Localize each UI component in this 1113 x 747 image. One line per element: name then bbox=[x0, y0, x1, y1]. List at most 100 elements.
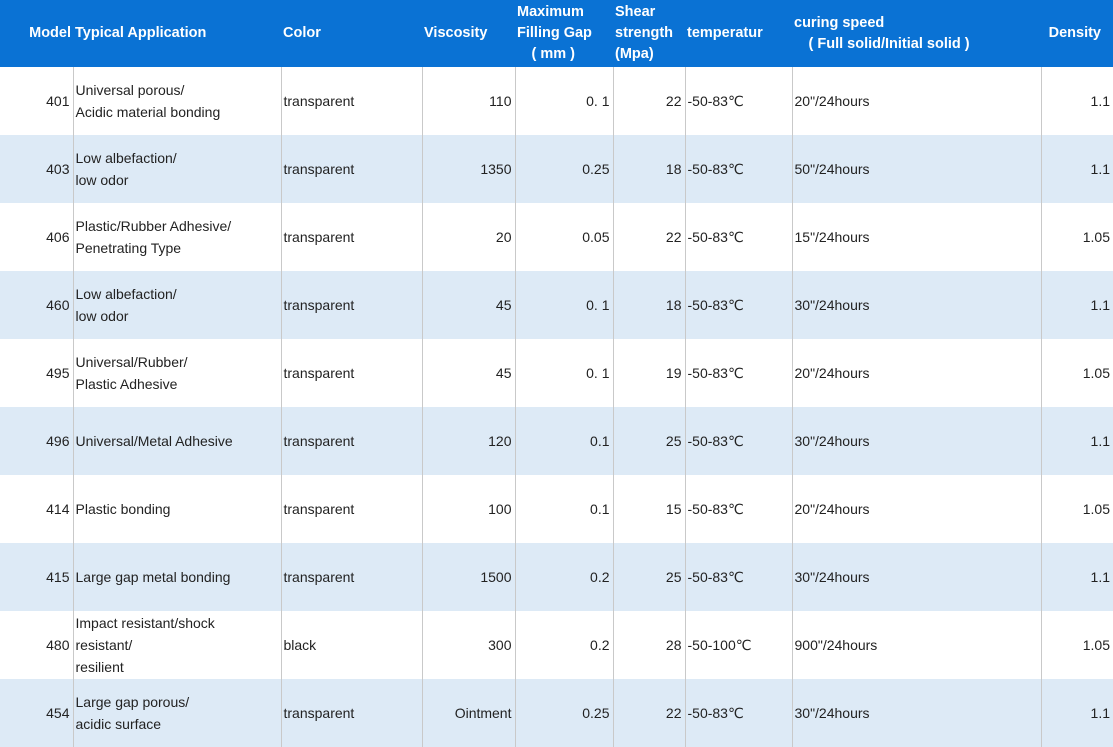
cell-viscosity: 1500 bbox=[421, 543, 515, 611]
cell-density: 1.05 bbox=[1040, 203, 1113, 271]
cell-max-filling-gap: 0.25 bbox=[514, 135, 613, 203]
cell-model: 414 bbox=[46, 501, 70, 517]
cell-shear-strength: 22 bbox=[612, 679, 685, 747]
cell-curing-speed: 30"/24hours bbox=[791, 407, 1041, 475]
cell-color: transparent bbox=[280, 679, 422, 747]
cell-curing-speed: 50"/24hours bbox=[791, 135, 1041, 203]
cell-curing-speed: 30"/24hours bbox=[791, 543, 1041, 611]
cell-application: Large gap porous/ acidic surface bbox=[72, 679, 281, 747]
table-row: 403 Low albefaction/ low odor transparent 1… bbox=[0, 135, 1113, 203]
header-application: Typical Application bbox=[73, 0, 281, 67]
cell-viscosity: 300 bbox=[421, 611, 515, 679]
cell-viscosity: 45 bbox=[421, 339, 515, 407]
header-density: Density bbox=[1041, 0, 1113, 67]
cell-max-filling-gap: 0.25 bbox=[514, 679, 613, 747]
cell-max-filling-gap: 0.2 bbox=[514, 611, 613, 679]
table-row: 406 Plastic/Rubber Adhesive/ Penetrating … bbox=[0, 203, 1113, 271]
cell-application: Large gap metal bonding bbox=[72, 543, 281, 611]
cell-viscosity: 120 bbox=[421, 407, 515, 475]
cell-temperature: -50-83℃ bbox=[684, 407, 792, 475]
cell-shear-strength: 22 bbox=[612, 67, 685, 135]
cell-curing-speed: 900"/24hours bbox=[791, 611, 1041, 679]
table-row: 401 Universal porous/ Acidic material bon… bbox=[0, 67, 1113, 135]
cell-color: black bbox=[280, 611, 422, 679]
table-row: 496 Universal/Metal Adhesive transparent 12… bbox=[0, 407, 1113, 475]
cell-viscosity: 110 bbox=[421, 67, 515, 135]
cell-viscosity: 20 bbox=[421, 203, 515, 271]
cell-model: 496 bbox=[0, 407, 73, 475]
cell-application: Plastic bonding bbox=[72, 475, 281, 543]
cell-temperature: -50-83℃ bbox=[684, 679, 792, 747]
cell-color: transparent bbox=[280, 203, 422, 271]
cell-application: Impact resistant/shock resistant/ resili… bbox=[72, 611, 281, 679]
table-row: 414 Plastic bonding transparent 100 0.1 15 -50… bbox=[0, 475, 1113, 543]
cell-curing-speed: 20"/24hours bbox=[791, 67, 1041, 135]
cell-color: transparent bbox=[280, 271, 422, 339]
cell-max-filling-gap: 0. 1 bbox=[514, 339, 613, 407]
cell-temperature: -50-83℃ bbox=[684, 339, 792, 407]
table-row: 480 Impact resistant/shock resistant/ res… bbox=[0, 611, 1113, 679]
cell-temperature: -50-83℃ bbox=[684, 271, 792, 339]
header-row: Model Typical Application Color Viscosit… bbox=[0, 0, 1113, 67]
cell-max-filling-gap: 0. 1 bbox=[514, 271, 613, 339]
cell-application: Universal porous/ Acidic material bondin… bbox=[72, 67, 281, 135]
cell-shear-strength: 22 bbox=[612, 203, 685, 271]
cell-viscosity: 45 bbox=[421, 271, 515, 339]
cell-density: 1.1 bbox=[1040, 407, 1113, 475]
header-temperature: temperatur bbox=[685, 0, 792, 67]
cell-model: 401 bbox=[46, 93, 70, 109]
cell-viscosity: Ointment bbox=[421, 679, 515, 747]
cell-max-filling-gap: 0.2 bbox=[514, 543, 613, 611]
cell-color: transparent bbox=[280, 135, 422, 203]
header-color: Color bbox=[281, 0, 422, 67]
cell-density: 1.05 bbox=[1040, 339, 1113, 407]
table-row: 495 Universal/Rubber/ Plastic Adhesive tra… bbox=[0, 339, 1113, 407]
cell-temperature: -50-83℃ bbox=[684, 475, 792, 543]
cell-curing-speed: 30"/24hours bbox=[791, 679, 1041, 747]
cell-color: transparent bbox=[280, 67, 422, 135]
cell-density: 1.1 bbox=[1040, 271, 1113, 339]
cell-shear-strength: 25 bbox=[612, 543, 685, 611]
table-row: 454 Large gap porous/ acidic surface trans… bbox=[0, 679, 1113, 747]
cell-model: 480 bbox=[46, 637, 70, 653]
cell-max-filling-gap: 0.1 bbox=[514, 407, 613, 475]
cell-density: 1.1 bbox=[1040, 135, 1113, 203]
cell-shear-strength: 18 bbox=[612, 135, 685, 203]
cell-application: Universal/Rubber/ Plastic Adhesive bbox=[72, 339, 281, 407]
cell-viscosity: 1350 bbox=[421, 135, 515, 203]
cell-density: 1.1 bbox=[1040, 679, 1113, 747]
cell-model: 415 bbox=[0, 543, 73, 611]
cell-max-filling-gap: 0.05 bbox=[514, 203, 613, 271]
cell-curing-speed: 15"/24hours bbox=[791, 203, 1041, 271]
cell-shear-strength: 18 bbox=[612, 271, 685, 339]
cell-color: transparent bbox=[280, 475, 422, 543]
cell-color: transparent bbox=[280, 407, 422, 475]
table-row: 460 Low albefaction/ low odor transparent 4… bbox=[0, 271, 1113, 339]
cell-temperature: -50-83℃ bbox=[684, 543, 792, 611]
cell-temperature: -50-83℃ bbox=[684, 203, 792, 271]
cell-application: Plastic/Rubber Adhesive/ Penetrating Typ… bbox=[72, 203, 281, 271]
cell-shear-strength: 25 bbox=[612, 407, 685, 475]
cell-curing-speed: 20"/24hours bbox=[791, 339, 1041, 407]
cell-temperature: -50-83℃ bbox=[684, 135, 792, 203]
cell-max-filling-gap: 0.1 bbox=[514, 475, 613, 543]
cell-shear-strength: 28 bbox=[612, 611, 685, 679]
cell-max-filling-gap: 0. 1 bbox=[514, 67, 613, 135]
cell-density: 1.1 bbox=[1040, 543, 1113, 611]
cell-application: Low albefaction/ low odor bbox=[72, 135, 281, 203]
table-body: 401 Universal porous/ Acidic material bon… bbox=[0, 67, 1113, 747]
cell-viscosity: 100 bbox=[421, 475, 515, 543]
header-viscosity: Viscosity bbox=[422, 0, 515, 67]
adhesive-spec-table: Model Typical Application Color Viscosit… bbox=[0, 0, 1113, 747]
cell-temperature: -50-100℃ bbox=[684, 611, 792, 679]
header-curing-speed: curing speed ( Full solid/Initial solid … bbox=[792, 0, 1041, 67]
cell-temperature: -50-83℃ bbox=[684, 67, 792, 135]
cell-curing-speed: 20"/24hours bbox=[791, 475, 1041, 543]
cell-color: transparent bbox=[280, 543, 422, 611]
cell-color: transparent bbox=[280, 339, 422, 407]
cell-model: 403 bbox=[0, 135, 73, 203]
cell-model: 460 bbox=[0, 271, 73, 339]
cell-density: 1.05 bbox=[1040, 611, 1113, 679]
cell-density: 1.05 bbox=[1040, 475, 1113, 543]
cell-model: 495 bbox=[46, 365, 70, 381]
